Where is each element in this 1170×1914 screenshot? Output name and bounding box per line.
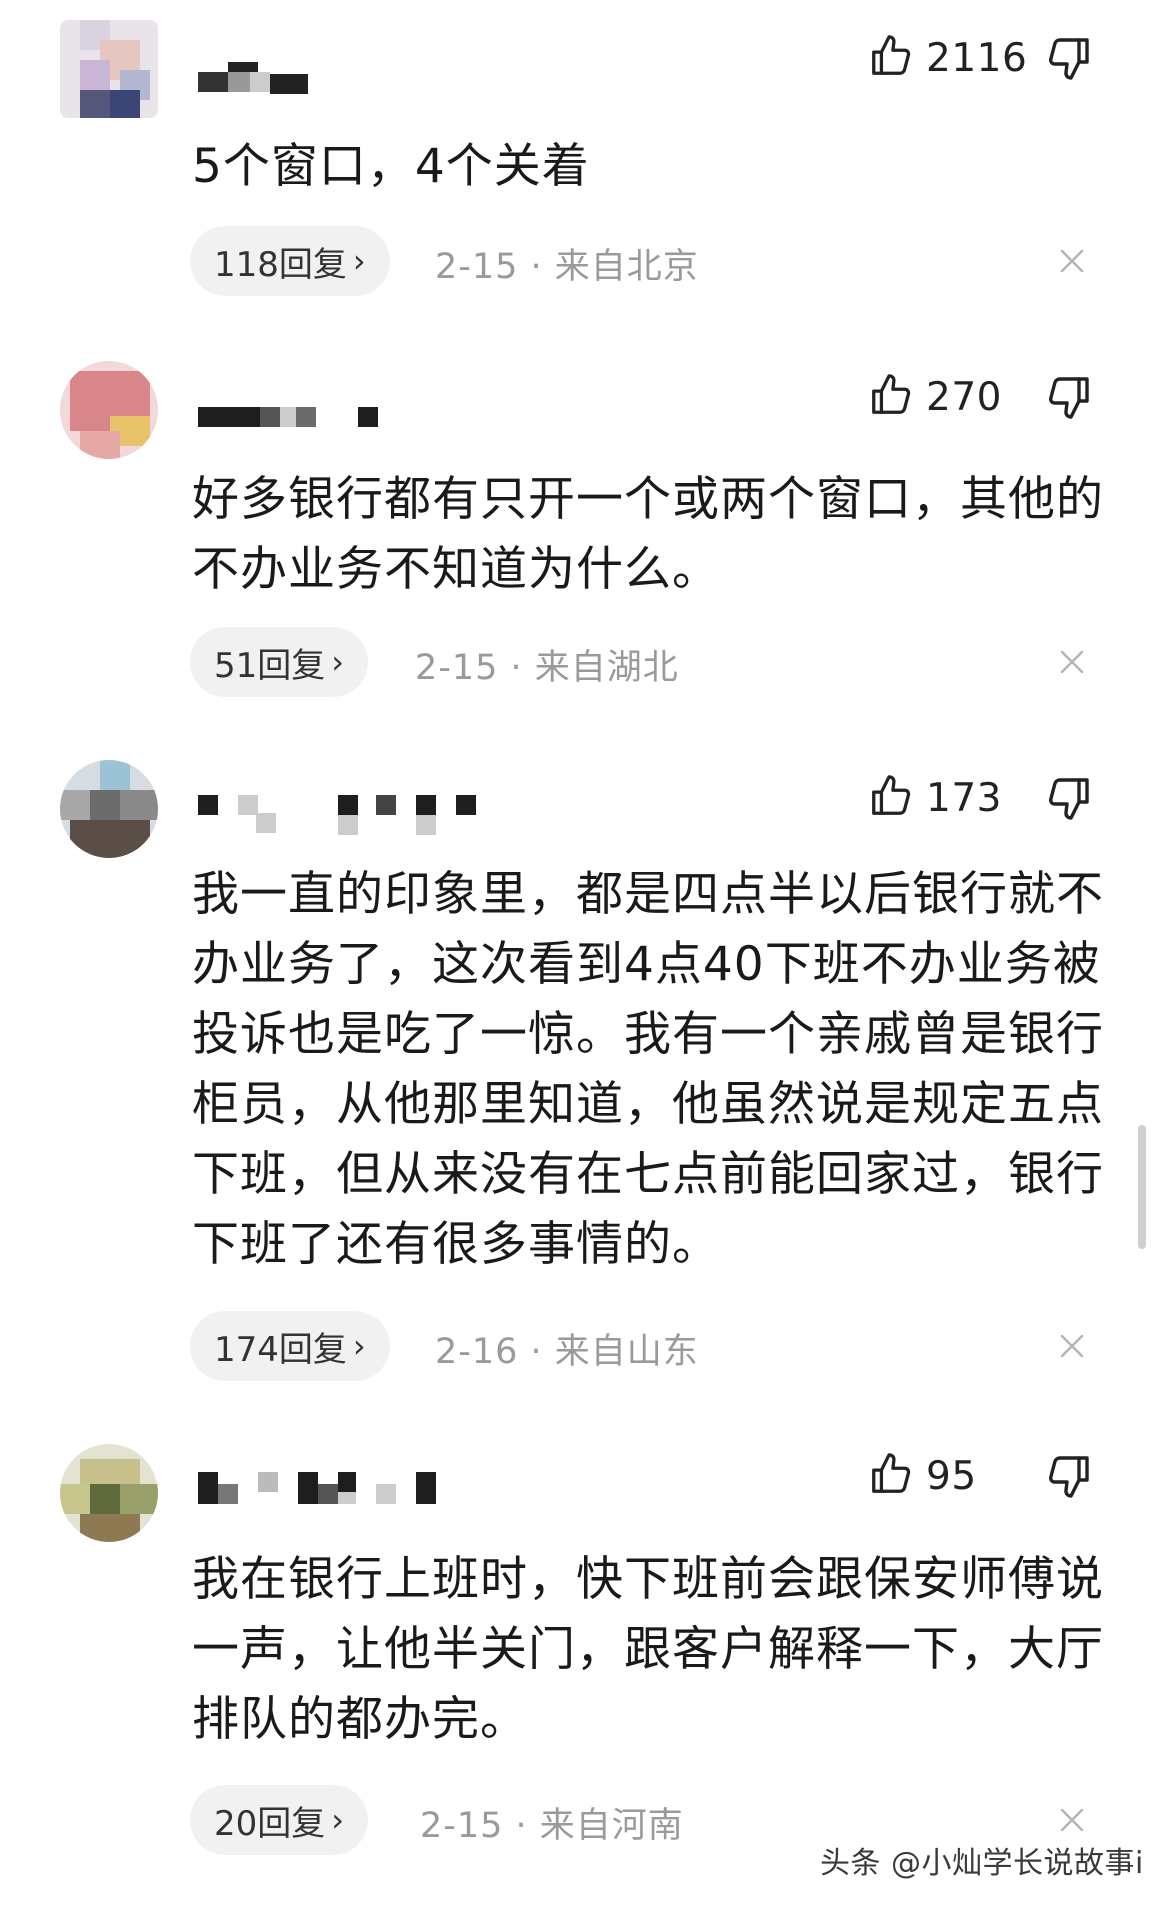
reply-count: 174回复 (214, 1329, 347, 1370)
like-button[interactable]: 270 (868, 367, 1002, 427)
dislike-button[interactable] (1045, 367, 1095, 427)
like-button[interactable]: 173 (868, 768, 1002, 828)
watermark: 头条 @小灿学长说故事i (820, 1846, 1144, 1881)
close-button[interactable] (1052, 1326, 1092, 1366)
like-count: 173 (926, 775, 1002, 821)
like-button[interactable]: 95 (868, 1446, 977, 1506)
reply-button[interactable]: 118回复 › (190, 226, 390, 296)
avatar[interactable] (60, 1444, 158, 1542)
chevron-right-icon: › (331, 643, 345, 681)
like-count: 270 (926, 374, 1002, 420)
comment-meta: 2-15 · 来自北京 (435, 247, 699, 287)
thumbs-up-icon (868, 1451, 914, 1501)
close-button[interactable] (1052, 642, 1092, 682)
username-redacted[interactable] (198, 1472, 438, 1504)
reply-count: 20回复 (214, 1803, 326, 1844)
comment-meta: 2-15 · 来自河南 (420, 1806, 684, 1846)
comment-text: 我一直的印象里，都是四点半以后银行就不办业务了，这次看到4点40下班不办业务被投… (192, 867, 1104, 1272)
dislike-button[interactable] (1045, 28, 1095, 88)
dislike-button[interactable] (1045, 1446, 1095, 1506)
thumbs-down-icon (1045, 1456, 1093, 1504)
avatar[interactable] (60, 760, 158, 858)
close-icon (1060, 249, 1084, 273)
dislike-button[interactable] (1045, 768, 1095, 828)
chevron-right-icon: › (331, 1801, 345, 1839)
thumbs-up-icon (868, 773, 914, 823)
like-count: 95 (926, 1453, 977, 1499)
comment-text: 5个窗口，4个关着 (192, 139, 590, 194)
thumbs-up-icon (868, 33, 914, 83)
username-redacted[interactable] (198, 795, 478, 835)
reply-button[interactable]: 20回复 › (190, 1785, 369, 1855)
comment-text: 我在银行上班时，快下班前会跟保安师傅说一声，让他半关门，跟客户解释一下，大厅排队… (192, 1552, 1104, 1747)
comment-meta: 2-16 · 来自山东 (435, 1332, 699, 1372)
like-button[interactable]: 2116 (868, 28, 1027, 88)
close-icon (1060, 1334, 1084, 1358)
thumbs-down-icon (1045, 377, 1093, 425)
chevron-right-icon: › (352, 1327, 366, 1365)
close-icon (1060, 650, 1084, 674)
comment-meta: 2-15 · 来自湖北 (415, 648, 679, 688)
thumbs-up-icon (868, 372, 914, 422)
avatar[interactable] (60, 361, 158, 459)
scrollbar[interactable] (1138, 1125, 1146, 1249)
reply-button[interactable]: 51回复 › (190, 627, 369, 697)
close-button[interactable] (1052, 1800, 1092, 1840)
reply-count: 118回复 (214, 244, 347, 285)
thumbs-down-icon (1045, 778, 1093, 826)
username-redacted[interactable] (198, 402, 378, 432)
like-count: 2116 (926, 35, 1028, 81)
avatar[interactable] (60, 20, 158, 118)
close-icon (1060, 1808, 1084, 1832)
username-redacted[interactable] (198, 62, 308, 94)
reply-button[interactable]: 174回复 › (190, 1311, 390, 1381)
reply-count: 51回复 (214, 645, 326, 686)
close-button[interactable] (1052, 241, 1092, 281)
chevron-right-icon: › (352, 242, 366, 280)
thumbs-down-icon (1045, 38, 1093, 86)
comment-text: 好多银行都有只开一个或两个窗口，其他的不办业务不知道为什么。 (192, 472, 1104, 597)
